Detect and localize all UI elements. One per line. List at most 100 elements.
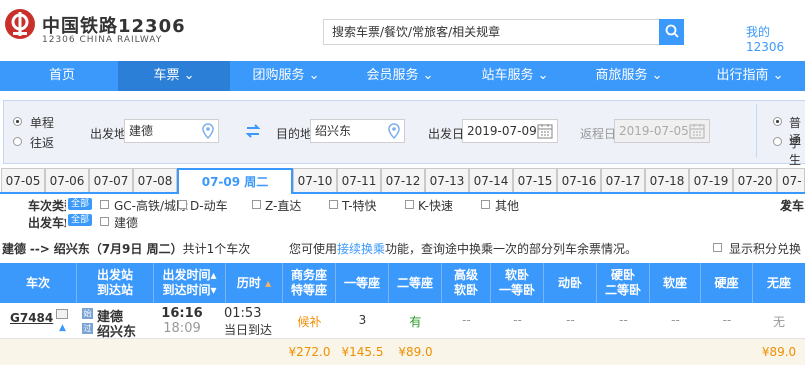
filter-checkbox[interactable] [405,200,414,209]
date-tab[interactable]: 07-14 [469,168,513,192]
main-nav: 首页 车票 ⌄ 团购服务 ⌄ 会员服务 ⌄ 站车服务 ⌄ 商旅服务 ⌄ 出行指南… [0,61,805,91]
depart-time-filter-label: 发车 [780,199,805,213]
filter-checkbox[interactable] [481,200,490,209]
passenger-student-label: 学生 [789,136,802,167]
col-soft-sleeper: 软卧 一等卧 [491,263,544,303]
train-number-link[interactable]: G7484 [10,311,53,325]
station-filter-label: 出发车站 [28,216,66,230]
passenger-student-radio[interactable] [773,137,782,146]
first-class-price: ¥145.5 [341,345,384,359]
col-first: 一等座 [336,263,389,303]
duration: 01:53 [224,306,262,321]
no-seat-status: 无 [772,315,785,329]
seat-status: -- [462,313,471,327]
oneway-label: 单程 [30,116,55,130]
table-row: G7484 ▲ 始 建德 过 绍兴东 16:16 18:09 01:53 当日到… [0,303,805,340]
depart-date-label: 出发日 [428,127,465,141]
return-date-label: 返程日 [580,127,617,141]
train-type-all-button[interactable]: 全部 [68,198,93,210]
col-hard-sleeper: 硬卧 二等卧 [597,263,650,303]
col-business: 商务座 特等座 [283,263,336,303]
train-info-icon[interactable] [56,309,68,319]
points-checkbox[interactable] [713,243,722,252]
seat-status: -- [671,313,680,327]
date-tab[interactable]: 07-2 [777,168,805,212]
station-all-button[interactable]: 全部 [68,214,93,226]
transfer-tip: 您可使用接续换乘功能，查询途中换乘一次的部分列车余票情况。 [289,242,638,256]
date-tab[interactable]: 07-06 [45,168,89,192]
business-price: ¥272.0 [288,345,331,359]
filter-label: T-特快 [342,199,377,213]
col-times[interactable]: 出发时间▴ 到达时间▾ [154,263,226,303]
filter-checkbox[interactable] [178,200,187,209]
date-tab[interactable]: 07-16 [557,168,601,192]
business-seat-status[interactable]: 候补 [283,313,336,330]
nav-home[interactable]: 首页 [6,61,118,91]
date-tab[interactable]: 07-20 [733,168,777,192]
swap-stations-icon[interactable] [245,124,261,141]
station-checkbox[interactable] [100,217,109,226]
first-class-seat-status: 3 [358,313,367,327]
sort-icon: ▾ [210,283,217,297]
col-deluxe-sleeper: 高级 软卧 [442,263,491,303]
col-duration[interactable]: 历时 ▴ [226,263,283,303]
nav-tickets[interactable]: 车票 ⌄ [118,61,230,91]
depart-time: 16:16 [161,306,203,321]
date-tab[interactable]: 07-10 [293,168,337,192]
date-tab[interactable]: 07-08 [133,168,177,192]
date-tab[interactable]: 07-17 [601,168,645,192]
filter-label: GC-高铁/城际 [114,199,189,213]
divider [756,104,757,158]
seat-status: -- [513,313,522,327]
date-tab[interactable]: 07-19 [689,168,733,192]
roundtrip-label: 往返 [30,136,55,150]
calendar-icon [689,124,705,139]
date-tab[interactable]: 07-07 [89,168,133,192]
seat-status: -- [566,313,575,327]
date-tab[interactable]: 07-13 [425,168,469,192]
filter-label: 其他 [495,199,520,213]
nav-business[interactable]: 商旅服务 ⌄ [573,61,685,91]
search-input[interactable]: 搜索车票/餐饮/常旅客/相关规章 [323,19,660,45]
to-station-field[interactable]: 绍兴东 [310,119,405,143]
chevron-down-icon: ⌄ [308,68,320,83]
transfer-link[interactable]: 接续换乘 [337,242,385,256]
arrive-time: 18:09 [163,321,201,336]
to-station: 绍兴东 [97,325,137,340]
nav-guide[interactable]: 出行指南 ⌄ [694,61,805,91]
filter-checkbox[interactable] [252,200,261,209]
start-station-badge-icon: 始 [82,308,93,319]
passenger-normal-radio[interactable] [773,117,782,126]
col-second: 二等座 [389,263,442,303]
col-stations[interactable]: 出发站 到达站 [77,263,154,303]
train-type-label: 车次类型 [28,199,66,213]
return-date-field[interactable]: 2019-07-05 [614,119,710,143]
depart-date-field[interactable]: 2019-07-09 [462,119,558,143]
sort-icon: ▴ [210,268,217,282]
filter-label: Z-直达 [265,199,302,213]
roundtrip-radio[interactable] [13,137,22,146]
expand-icon[interactable]: ▲ [59,323,66,333]
calendar-icon [537,124,553,139]
search-button[interactable] [659,19,684,45]
date-tab[interactable]: 07-11 [337,168,381,192]
my-12306-link[interactable]: 我的12306 [746,23,805,54]
nav-member[interactable]: 会员服务 ⌄ [344,61,456,91]
nav-station[interactable]: 站车服务 ⌄ [459,61,571,91]
filter-checkbox[interactable] [329,200,338,209]
date-tab-active[interactable]: 07-09 周二 [177,168,293,194]
date-tab[interactable]: 07-12 [381,168,425,192]
col-hard-seat: 硬座 [701,263,753,303]
date-tab[interactable]: 07-18 [645,168,689,192]
col-no-seat: 无座 [766,275,791,290]
date-tab[interactable]: 07-15 [513,168,557,192]
nav-group[interactable]: 团购服务 ⌄ [230,61,342,91]
date-tab[interactable]: 07-05 [1,168,45,192]
oneway-radio[interactable] [13,117,22,126]
filter-checkbox[interactable] [100,200,109,209]
filter-label: D-动车 [190,199,228,213]
from-label: 出发地 [90,127,127,141]
chevron-down-icon: ⌄ [772,68,784,83]
from-station-field[interactable]: 建德 [124,119,219,143]
result-summary: 建德 --> 绍兴东（7月9日 周二）共计1个车次 [2,242,251,256]
